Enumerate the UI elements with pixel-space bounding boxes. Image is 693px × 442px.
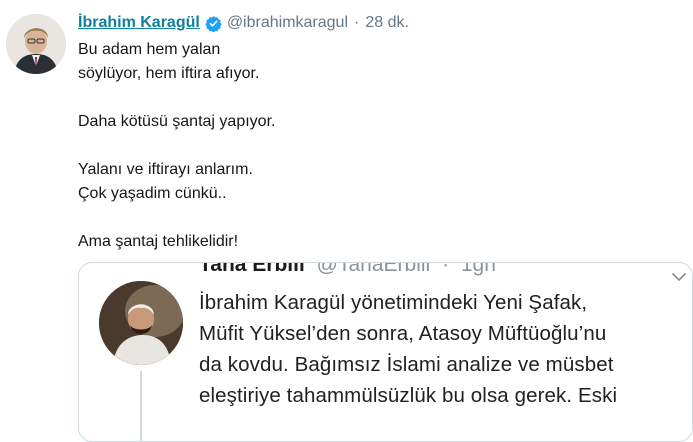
thread-line — [140, 371, 142, 441]
author-name[interactable]: İbrahim Karagül — [78, 14, 200, 32]
quoted-line: Müfit Yüksel’den sonra, Atasoy Müftüoğlu… — [199, 322, 607, 345]
tweet-line: Daha kötüsü şantaj yapıyor. — [78, 113, 276, 130]
tweet-line: söylüyor, hem iftira afıyor. — [78, 65, 260, 82]
tweet-text: Bu adam hem yalan söylüyor, hem iftira a… — [78, 38, 498, 254]
tweet-line: Yalanı ve iftirayı anlarım. — [78, 161, 253, 178]
quoted-author-name[interactable]: Taha Erbili — [199, 263, 305, 276]
quoted-author-avatar[interactable] — [99, 281, 183, 365]
quoted-line: da kovdu. Bağımsız İslami analize ve müs… — [199, 353, 614, 376]
quoted-line: eleştiriye tahammülsüzlük bu olsa gerek.… — [199, 384, 618, 407]
quoted-tweet-text: İbrahim Karagül yönetimindeki Yeni Şafak… — [199, 287, 692, 411]
quoted-line: İbrahim Karagül yönetimindeki Yeni Şafak… — [199, 291, 588, 314]
quoted-author-handle[interactable]: @TahaErbili — [317, 263, 431, 276]
quoted-tweet-timestamp[interactable]: 1gn — [461, 263, 496, 276]
tweet-line: Ama şantaj tehlikelidir! — [78, 233, 239, 250]
header-separator: · — [354, 14, 360, 31]
quoted-tweet-card[interactable]: Taha Erbili @TahaErbili · 1gn İbrahim Ka… — [78, 262, 693, 442]
quoted-header-separator: · — [442, 262, 450, 276]
tweet-line: Bu adam hem yalan — [78, 41, 221, 58]
tweet-header: İbrahim Karagül @ibrahimkaragul · 28 dk. — [78, 12, 409, 34]
tweet: İbrahim Karagül @ibrahimkaragul · 28 dk.… — [0, 0, 693, 442]
quoted-tweet-header: Taha Erbili @TahaErbili · 1gn — [199, 262, 496, 277]
tweet-line: Çok yaşadim cünkü.. — [78, 185, 227, 202]
author-handle[interactable]: @ibrahimkaragul — [227, 14, 348, 32]
author-avatar[interactable] — [6, 14, 66, 74]
verified-badge-icon — [205, 15, 222, 32]
tweet-timestamp[interactable]: 28 dk. — [365, 14, 409, 32]
chevron-down-icon[interactable] — [672, 269, 686, 281]
